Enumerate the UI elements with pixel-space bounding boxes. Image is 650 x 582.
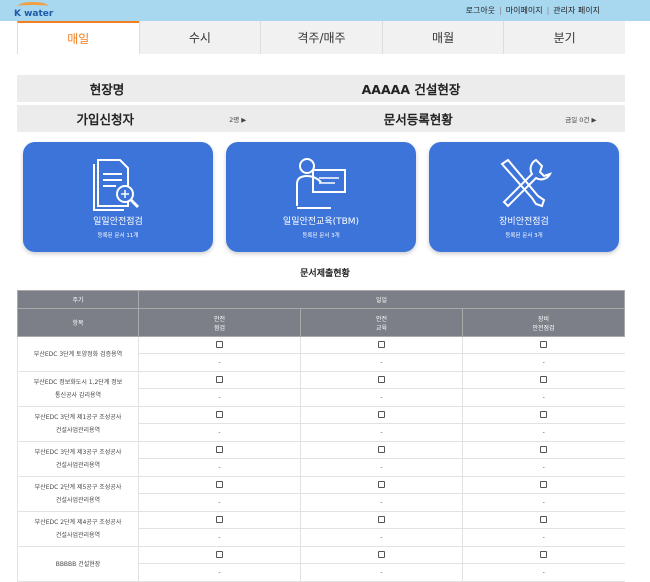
site-name-value: AAAAA 건설현장 bbox=[361, 82, 461, 97]
table-row: 부산EDC 3단계 제1공구 조성공사 건설사업관리용역 bbox=[17, 406, 625, 442]
card-equipment-inspection[interactable]: 장비안전점검 등록된 문서 3개 bbox=[429, 142, 619, 252]
wrench-screwdriver-icon bbox=[500, 158, 553, 208]
card-daily-education[interactable]: 일일안전교육(TBM) 등록된 문서 3개 bbox=[226, 142, 416, 252]
row-item-name: 부산EDC 3단계 제3공구 조성공사 건설사업관리용역 bbox=[17, 441, 139, 477]
submission-checkbox[interactable] bbox=[216, 445, 223, 453]
table-row: 부산EDC 3단계 제3공구 조성공사 건설사업관리용역 bbox=[17, 441, 625, 477]
submission-table: 주기 일일 항목 안전 점검 안전 교육 장비 안전점검 부산EDC 3단계 토양정화… bbox=[17, 290, 625, 582]
status-dash: - bbox=[300, 528, 463, 547]
status-dash: - bbox=[138, 423, 301, 442]
logout-link[interactable]: 로그아웃 bbox=[466, 6, 495, 15]
period-tabs: 매일 수시 격주/매주 매월 분기 bbox=[17, 21, 625, 54]
status-dash: - bbox=[462, 528, 625, 547]
col-equipment-inspection: 장비 안전점검 bbox=[462, 308, 625, 337]
doc-status-label: 문서등록현황 bbox=[383, 112, 453, 127]
submission-checkbox[interactable] bbox=[378, 550, 385, 558]
row-item-name: BBBBB 건설현장 bbox=[17, 546, 139, 582]
top-links: 로그아웃 | 마이페이지 | 관리자 페이지 bbox=[465, 6, 600, 15]
status-dash: - bbox=[462, 423, 625, 442]
status-dash: - bbox=[462, 353, 625, 372]
submission-checkbox[interactable] bbox=[216, 340, 223, 348]
status-dash: - bbox=[138, 563, 301, 582]
status-dash: - bbox=[462, 493, 625, 512]
table-row: 부산EDC 정보화도시 1,2단계 정보통신공사 감리용역 bbox=[17, 371, 625, 407]
table-row: BBBBB 건설현장 bbox=[17, 546, 625, 582]
submission-checkbox[interactable] bbox=[540, 550, 548, 558]
table-row: 부산EDC 3단계 토양정화 검증용역 bbox=[17, 336, 625, 372]
submission-checkbox[interactable] bbox=[540, 375, 548, 383]
submission-checkbox[interactable] bbox=[216, 480, 223, 488]
submission-checkbox[interactable] bbox=[216, 550, 223, 558]
submission-checkbox[interactable] bbox=[540, 515, 548, 523]
submission-checkbox[interactable] bbox=[216, 410, 223, 418]
status-dash: - bbox=[138, 353, 301, 372]
status-dash: - bbox=[300, 388, 463, 407]
row-item-name: 부산EDC 정보화도시 1,2단계 정보통신공사 감리용역 bbox=[17, 371, 139, 407]
status-dash: - bbox=[300, 563, 463, 582]
mypage-link[interactable]: 마이페이지 bbox=[506, 6, 543, 15]
submission-checkbox[interactable] bbox=[378, 340, 385, 348]
card-title: 일일안전점검 bbox=[93, 217, 143, 227]
col-safety-inspection: 안전 점검 bbox=[138, 308, 301, 337]
card-subtitle: 등록된 문서 11개 bbox=[97, 233, 139, 239]
row-item-name: 부산EDC 3단계 토양정화 검증용역 bbox=[17, 336, 139, 372]
submission-status-title: 문서제출현황 bbox=[300, 269, 350, 279]
site-name-row: 현장명 AAAAA 건설현장 bbox=[17, 75, 625, 102]
row-item-name: 부산EDC 2단계 제5공구 조성공사 건설사업관리용역 bbox=[17, 476, 139, 512]
tab-quarterly[interactable]: 분기 bbox=[503, 21, 625, 54]
tab-monthly[interactable]: 매월 bbox=[381, 21, 504, 54]
document-search-icon bbox=[93, 159, 140, 211]
submission-checkbox[interactable] bbox=[378, 410, 385, 418]
presentation-icon bbox=[296, 158, 346, 209]
col-safety-education: 안전 교육 bbox=[300, 308, 463, 337]
status-dash: - bbox=[138, 528, 301, 547]
submission-checkbox[interactable] bbox=[216, 515, 223, 523]
status-dash: - bbox=[300, 353, 463, 372]
status-dash: - bbox=[138, 493, 301, 512]
row-item-name: 부산EDC 3단계 제1공구 조성공사 건설사업관리용역 bbox=[17, 406, 139, 442]
submission-checkbox[interactable] bbox=[540, 445, 548, 453]
row-item-name: 부산EDC 2단계 제4공구 조성공사 건설사업관리용역 bbox=[17, 511, 139, 547]
submission-checkbox[interactable] bbox=[378, 445, 385, 453]
applicant-count-link[interactable]: 2명 ▶ bbox=[194, 114, 282, 124]
table-row: 부산EDC 2단계 제5공구 조성공사 건설사업관리용역 bbox=[17, 476, 625, 512]
period-header: 주기 bbox=[17, 290, 139, 309]
doc-cards: 일일안전점검 등록된 문서 11개 일일안전교육(TBM) 등록된 문서 3개 … bbox=[23, 142, 621, 252]
item-header: 항목 bbox=[17, 308, 139, 337]
logo-text: K water bbox=[14, 9, 54, 19]
status-dash: - bbox=[462, 563, 625, 582]
card-title: 일일안전교육(TBM) bbox=[282, 217, 360, 227]
applicant-row: 가입신청자 2명 ▶ 문서등록현황 금일 0건 ▶ bbox=[17, 105, 625, 132]
period-value-header: 일일 bbox=[138, 290, 625, 309]
status-dash: - bbox=[300, 458, 463, 477]
status-dash: - bbox=[462, 388, 625, 407]
site-name-label: 현장명 bbox=[89, 82, 125, 97]
status-dash: - bbox=[300, 423, 463, 442]
admin-page-link[interactable]: 관리자 페이지 bbox=[553, 6, 600, 15]
applicant-label: 가입신청자 bbox=[76, 112, 135, 127]
top-bar: K water 로그아웃 | 마이페이지 | 관리자 페이지 bbox=[0, 0, 650, 21]
status-dash: - bbox=[462, 458, 625, 477]
card-subtitle: 등록된 문서 3개 bbox=[505, 233, 543, 239]
status-dash: - bbox=[138, 388, 301, 407]
submission-checkbox[interactable] bbox=[540, 410, 548, 418]
tab-daily[interactable]: 매일 bbox=[17, 21, 139, 54]
kwater-logo[interactable]: K water bbox=[14, 2, 54, 20]
status-dash: - bbox=[138, 458, 301, 477]
submission-checkbox[interactable] bbox=[378, 375, 385, 383]
site-info: 현장명 AAAAA 건설현장 가입신청자 2명 ▶ 문서등록현황 금일 0건 ▶ bbox=[17, 75, 625, 135]
tab-weekly[interactable]: 격주/매주 bbox=[260, 21, 382, 54]
submission-checkbox[interactable] bbox=[540, 480, 548, 488]
submission-checkbox[interactable] bbox=[540, 340, 548, 348]
doc-status-link[interactable]: 금일 0건 ▶ bbox=[537, 114, 625, 124]
submission-checkbox[interactable] bbox=[378, 480, 385, 488]
card-title: 장비안전점검 bbox=[499, 217, 549, 227]
table-row: 부산EDC 2단계 제4공구 조성공사 건설사업관리용역 bbox=[17, 511, 625, 547]
card-subtitle: 등록된 문서 3개 bbox=[302, 233, 340, 239]
status-dash: - bbox=[300, 493, 463, 512]
tab-adhoc[interactable]: 수시 bbox=[138, 21, 261, 54]
card-daily-inspection[interactable]: 일일안전점검 등록된 문서 11개 bbox=[23, 142, 213, 252]
submission-checkbox[interactable] bbox=[378, 515, 385, 523]
submission-checkbox[interactable] bbox=[216, 375, 223, 383]
